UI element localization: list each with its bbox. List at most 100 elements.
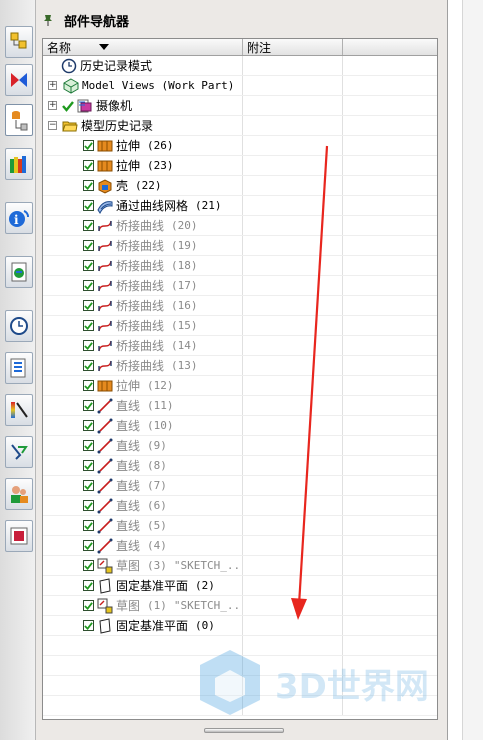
visibility-checkbox[interactable] [83, 480, 94, 491]
tree-row-feature[interactable]: 桥接曲线 (18) [43, 256, 437, 276]
visibility-checkbox[interactable] [83, 520, 94, 531]
part-navigator-icon[interactable] [5, 104, 33, 136]
visibility-checkbox[interactable] [83, 140, 94, 151]
visibility-checkbox[interactable] [83, 400, 94, 411]
feature-number: (21) [195, 199, 222, 212]
tree-row-history-mode[interactable]: 历史记录模式 [43, 56, 437, 76]
feature-number: (26) [147, 139, 174, 152]
visibility-checkbox[interactable] [83, 560, 94, 571]
visibility-checkbox[interactable] [83, 160, 94, 171]
visibility-checkbox[interactable] [83, 380, 94, 391]
tree-row-feature[interactable]: 直线 (5) [43, 516, 437, 536]
tree-row-feature[interactable]: 通过曲线网格 (21) [43, 196, 437, 216]
tree-row-feature[interactable]: 固定基准平面 (0) [43, 616, 437, 636]
tree-row-model-views[interactable]: + Model Views (Work Part) [43, 76, 437, 96]
collapse-minus-icon[interactable]: − [48, 121, 57, 130]
sort-down-icon[interactable] [99, 43, 110, 51]
tree-row-feature[interactable]: 固定基准平面 (2) [43, 576, 437, 596]
roles-icon[interactable] [5, 478, 33, 510]
tree-row-feature[interactable]: 草图 (1) "SKETCH_... [43, 596, 437, 616]
resource-bar: i [0, 0, 36, 740]
tree-row-feature[interactable]: 桥接曲线 (16) [43, 296, 437, 316]
tree-row-camera[interactable]: + 摄像机 [43, 96, 437, 116]
hd3d-tools-icon[interactable]: i [5, 202, 33, 234]
feature-label: 直线 [116, 499, 141, 513]
bridge-curve-icon [97, 258, 113, 274]
visibility-checkbox[interactable] [83, 620, 94, 631]
assembly-navigator-icon[interactable] [5, 26, 33, 58]
feature-label: 拉伸 [116, 379, 141, 393]
tree-row-feature[interactable]: 直线 (4) [43, 536, 437, 556]
visibility-checkbox[interactable] [83, 500, 94, 511]
feature-label: 拉伸 [116, 159, 141, 173]
tree-row-feature[interactable]: 直线 (10) [43, 416, 437, 436]
visibility-checkbox[interactable] [83, 420, 94, 431]
visibility-checkbox[interactable] [83, 360, 94, 371]
tree-row-feature[interactable]: 桥接曲线 (15) [43, 316, 437, 336]
visibility-checkbox[interactable] [83, 580, 94, 591]
watermark-text: 3D世界网 [275, 667, 429, 707]
system-scenes-icon[interactable] [5, 520, 33, 552]
tree-row-feature[interactable]: 桥接曲线 (14) [43, 336, 437, 356]
feature-label: 草图 [116, 599, 141, 613]
feature-label: 直线 [116, 399, 141, 413]
extrude-icon [97, 138, 113, 154]
tree-row-feature[interactable]: 桥接曲线 (13) [43, 356, 437, 376]
visibility-checkbox[interactable] [83, 200, 94, 211]
manufacturing-wizard-icon[interactable] [5, 436, 33, 468]
tree-row-feature[interactable]: 拉伸 (23) [43, 156, 437, 176]
feature-number: (5) [147, 519, 167, 532]
history-palette-icon[interactable] [5, 310, 33, 342]
bridge-curve-icon [97, 238, 113, 254]
visibility-checkbox[interactable] [83, 320, 94, 331]
line-icon [97, 498, 113, 514]
bridge-curve-icon [97, 338, 113, 354]
history-mode-label: 历史记录模式 [80, 59, 153, 73]
feature-number: (3) [147, 559, 167, 572]
bridge-curve-icon [97, 278, 113, 294]
visibility-checkbox[interactable] [83, 300, 94, 311]
visualization-roles-icon[interactable] [5, 394, 33, 426]
tree-row-model-history[interactable]: − 模型历史记录 [43, 116, 437, 136]
panel-title: 部件导航器 [64, 14, 130, 30]
part-navigator-panel: 部件导航器 名称 附注 历史记录模式 + Model Views (Work P… [36, 0, 448, 740]
visibility-checkbox[interactable] [83, 600, 94, 611]
expand-plus-icon[interactable]: + [48, 101, 57, 110]
feature-number: (20) [171, 219, 198, 232]
tree-row-feature[interactable]: 桥接曲线 (17) [43, 276, 437, 296]
tree-row-feature[interactable]: 直线 (11) [43, 396, 437, 416]
pin-icon[interactable] [42, 13, 54, 27]
model-views-label: Model Views (Work Part) [82, 79, 235, 92]
tree-row-feature[interactable]: 壳 (22) [43, 176, 437, 196]
visibility-checkbox[interactable] [83, 340, 94, 351]
visibility-checkbox[interactable] [83, 460, 94, 471]
reuse-library-icon[interactable] [5, 148, 33, 180]
tree-row-feature[interactable]: 拉伸 (26) [43, 136, 437, 156]
tree-row-feature[interactable]: 直线 (7) [43, 476, 437, 496]
visibility-checkbox[interactable] [83, 220, 94, 231]
tree-row-feature[interactable]: 桥接曲线 (20) [43, 216, 437, 236]
tree-row-feature[interactable]: 草图 (3) "SKETCH_... [43, 556, 437, 576]
visibility-checkbox[interactable] [83, 180, 94, 191]
tree-row-feature[interactable]: 直线 (6) [43, 496, 437, 516]
visibility-checkbox[interactable] [83, 280, 94, 291]
web-browser-icon[interactable] [5, 256, 33, 288]
visibility-checkbox[interactable] [83, 440, 94, 451]
feature-number: (1) [147, 599, 167, 612]
column-note[interactable]: 附注 [243, 39, 343, 55]
visibility-checkbox[interactable] [83, 260, 94, 271]
line-icon [97, 398, 113, 414]
tree-row-feature[interactable]: 直线 (8) [43, 456, 437, 476]
feature-label: 直线 [116, 439, 141, 453]
expand-plus-icon[interactable]: + [48, 81, 57, 90]
tree-row-feature[interactable]: 桥接曲线 (19) [43, 236, 437, 256]
process-studio-icon[interactable] [5, 352, 33, 384]
tree-row-feature[interactable]: 直线 (9) [43, 436, 437, 456]
visibility-checkbox[interactable] [83, 240, 94, 251]
visibility-checkbox[interactable] [83, 540, 94, 551]
constraint-navigator-icon[interactable] [5, 64, 33, 96]
feature-number: (4) [147, 539, 167, 552]
feature-label: 桥接曲线 [116, 259, 165, 273]
tree-row-feature[interactable]: 拉伸 (12) [43, 376, 437, 396]
column-name[interactable]: 名称 [43, 39, 243, 55]
